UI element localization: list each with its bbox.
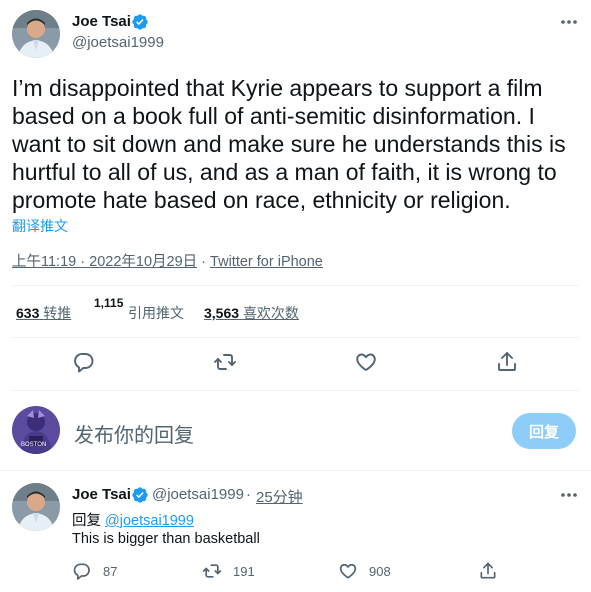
- verified-badge-icon: [131, 13, 149, 36]
- likes-label: 喜欢次数: [242, 305, 299, 321]
- avatar-caption: BOSTON: [21, 442, 47, 448]
- reply-like-count: 908: [369, 564, 391, 579]
- reply-reply-count: 87: [103, 564, 118, 579]
- reply-author-name[interactable]: Joe Tsai: [72, 486, 131, 503]
- tweet-metadata: 上午11:19 · 2022年10月29日 · Twitter for iPho…: [12, 250, 323, 271]
- reply-reply-icon[interactable]: [72, 561, 92, 581]
- tweet-date: 2022年10月29日: [89, 254, 198, 270]
- reply-author-avatar[interactable]: [12, 483, 60, 531]
- like-icon[interactable]: [354, 350, 378, 374]
- divider: [12, 390, 579, 391]
- verified-badge-icon: [131, 486, 149, 509]
- divider: [0, 470, 591, 471]
- divider: [12, 285, 579, 286]
- likes-count: 3,563: [204, 305, 240, 321]
- reply-button[interactable]: 回复: [512, 413, 576, 449]
- more-options-icon[interactable]: [559, 12, 579, 32]
- reply-retweet-count: 191: [233, 564, 255, 579]
- reply-more-options-icon[interactable]: [559, 485, 579, 505]
- reply-time-link[interactable]: 25分钟: [256, 486, 303, 507]
- tweet-time-link[interactable]: 上午11:19 · 2022年10月29日: [12, 254, 197, 270]
- likes-stat[interactable]: 3,563 喜欢次数: [204, 303, 299, 323]
- replying-to-handle-link[interactable]: @joetsai1999: [105, 513, 194, 529]
- author-avatar[interactable]: [12, 10, 60, 58]
- current-user-avatar[interactable]: BOSTON: [12, 406, 60, 454]
- reply-like-icon[interactable]: [338, 561, 358, 581]
- reply-icon[interactable]: [72, 350, 96, 374]
- reply-text: This is bigger than basketball: [72, 531, 260, 547]
- tweet-time: 上午11:19: [12, 254, 77, 270]
- retweets-stat[interactable]: 633 转推: [16, 303, 71, 323]
- reply-retweet-icon[interactable]: [202, 561, 222, 581]
- meta-separator: ·: [80, 254, 86, 270]
- tweet-text: I’m disappointed that Kyrie appears to s…: [12, 75, 566, 213]
- replying-to-label: 回复: [72, 513, 101, 529]
- tweet-source-link[interactable]: Twitter for iPhone: [210, 254, 323, 270]
- quotes-label: 引用推文: [128, 305, 184, 321]
- author-name[interactable]: Joe Tsai: [72, 13, 131, 30]
- reply-input[interactable]: 发布你的回复: [74, 419, 194, 448]
- translate-tweet-link[interactable]: 翻译推文: [12, 216, 68, 236]
- divider: [12, 337, 579, 338]
- reply-share-icon[interactable]: [478, 561, 498, 581]
- retweet-icon[interactable]: [213, 350, 237, 374]
- retweets-count: 633: [16, 305, 40, 321]
- replying-to: 回复 @joetsai1999: [72, 509, 194, 530]
- meta-separator: ·: [201, 254, 207, 270]
- author-handle[interactable]: @joetsai1999: [72, 34, 164, 51]
- reply-separator: ·: [246, 486, 251, 503]
- reply-author-handle[interactable]: @joetsai1999: [152, 486, 244, 503]
- quotes-count: 1,115: [94, 297, 124, 310]
- share-icon[interactable]: [495, 350, 519, 374]
- retweets-label: 转推: [43, 305, 72, 321]
